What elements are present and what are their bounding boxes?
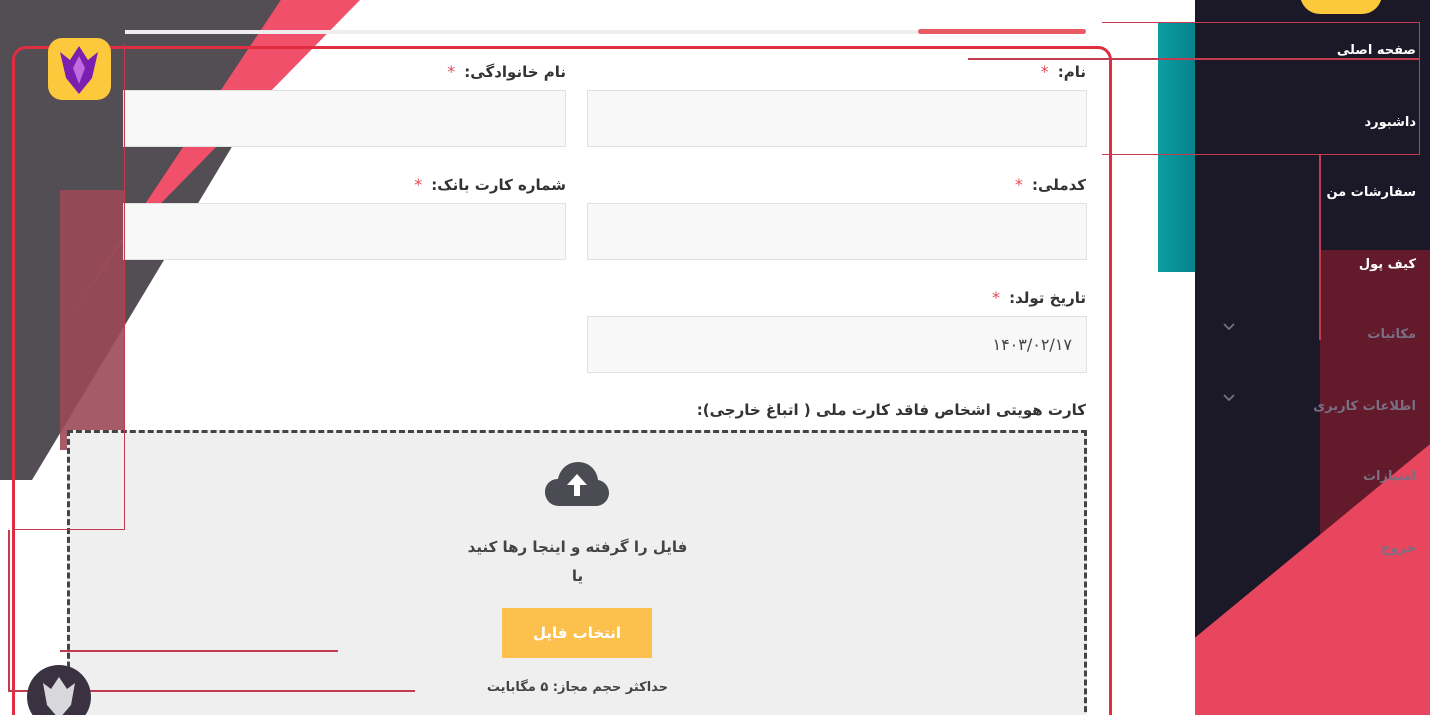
mask-icon [60, 46, 98, 94]
chevron-down-icon[interactable] [1223, 320, 1235, 332]
last-name-input[interactable] [123, 90, 566, 147]
choose-file-button[interactable]: انتخاب فایل [502, 608, 652, 658]
id-card-label: کارت هویتی اشخاص فاقد کارت ملی ( اتباغ خ… [696, 401, 1086, 419]
national-code-label: کدملی: * [1014, 175, 1086, 194]
sidebar-item-logout[interactable]: خروج [1381, 541, 1416, 556]
max-size-note: حداکثر حجم مجاز: ۵ مگابایت [486, 680, 669, 695]
mask-icon [43, 677, 75, 715]
chevron-down-icon[interactable] [1223, 391, 1235, 403]
brand-logo [1300, 0, 1382, 14]
required-star: * [447, 62, 456, 81]
drop-instruction: فایل را گرفته و اینجا رها کنید [467, 538, 688, 556]
avatar[interactable] [27, 665, 91, 715]
brand-logo [48, 38, 111, 100]
sidebar-item-dashboard[interactable]: داشبورد [1364, 115, 1416, 130]
sidebar-item-orders[interactable]: سفارشات من [1326, 185, 1416, 200]
sidebar-item-home[interactable]: صفحه اصلی [1337, 43, 1416, 58]
required-star: * [1040, 62, 1049, 81]
sidebar-item-messages[interactable]: مکاتبات [1367, 327, 1416, 342]
birth-date-label: تاریخ تولد: * [992, 288, 1086, 307]
or-text: یا [571, 567, 584, 585]
required-star: * [1014, 175, 1023, 194]
first-name-input[interactable] [587, 90, 1087, 147]
sidebar-item-profile[interactable]: اطلاعات کاربری [1313, 399, 1416, 414]
bank-card-input[interactable] [123, 203, 566, 260]
birth-date-input[interactable] [587, 316, 1087, 373]
first-name-label: نام: * [1040, 62, 1086, 81]
teal-panel [1158, 22, 1195, 272]
national-code-input[interactable] [587, 203, 1087, 260]
decorative-line [8, 530, 10, 690]
cloud-upload-icon [545, 462, 609, 506]
last-name-label: نام خانوادگی: * [447, 62, 566, 81]
step-progress-active [918, 29, 1086, 34]
sidebar-item-wallet[interactable]: کیف پول [1359, 257, 1416, 272]
required-star: * [414, 175, 423, 194]
required-star: * [992, 288, 1000, 307]
sidebar-item-points[interactable]: امتیازات [1363, 469, 1416, 484]
sidebar: صفحه اصلی داشبورد سفارشات من کیف پول مکا… [1195, 0, 1430, 715]
bank-card-label: شماره کارت بانک: * [414, 175, 566, 194]
